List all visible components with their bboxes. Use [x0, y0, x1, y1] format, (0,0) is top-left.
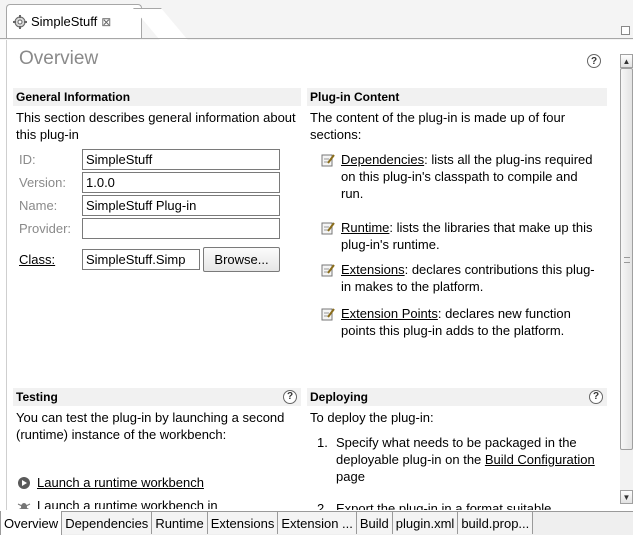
- tab-extension-points[interactable]: Extension ...: [278, 512, 357, 534]
- build-configuration-link[interactable]: Build Configuration: [485, 452, 595, 467]
- overview-form: Overview ? General Information This sect…: [6, 40, 618, 510]
- content-item-extension-points: Extension Points: declares new function …: [321, 305, 596, 339]
- deploying-section: Deploying ? To deploy the plug-in:: [307, 388, 607, 426]
- section-header: Deploying ?: [307, 388, 607, 406]
- tab-runtime[interactable]: Runtime: [152, 512, 208, 534]
- class-field[interactable]: [82, 248, 200, 270]
- step-number: 2.: [317, 501, 328, 510]
- page-edit-icon: [321, 307, 335, 325]
- launch-debug-item: Launch a runtime workbench in: [17, 497, 292, 509]
- id-label: ID:: [19, 151, 36, 167]
- testing-section: Testing ? You can test the plug-in by la…: [13, 388, 301, 443]
- page-edit-icon: [321, 153, 335, 171]
- class-link[interactable]: Class:: [19, 252, 82, 267]
- section-header: General Information: [13, 88, 301, 106]
- tab-divider: [0, 38, 633, 39]
- runtime-link[interactable]: Runtime: [341, 220, 389, 235]
- tab-build-properties[interactable]: build.prop...: [458, 512, 534, 534]
- content-item-extensions: Extensions: declares contributions this …: [321, 261, 596, 295]
- content-item-runtime: Runtime: lists the libraries that make u…: [321, 219, 596, 253]
- tab-plugin-xml[interactable]: plugin.xml: [392, 512, 459, 534]
- section-title: Testing: [16, 390, 58, 404]
- deploy-step-1: 1. Specify what needs to be packaged in …: [307, 434, 597, 488]
- id-field[interactable]: [82, 148, 280, 170]
- id-row: ID:: [19, 148, 280, 170]
- section-description: To deploy the plug-in:: [310, 410, 434, 425]
- step-2-text: Export the plug-in in a format suitable: [336, 501, 552, 510]
- close-icon[interactable]: ⊠: [101, 15, 111, 29]
- help-icon[interactable]: ?: [589, 390, 603, 404]
- browse-button[interactable]: Browse...: [203, 246, 280, 272]
- debug-icon: [17, 499, 31, 509]
- launch-runtime-workbench-link[interactable]: Launch a runtime workbench: [37, 475, 204, 490]
- grip-icon: [624, 257, 630, 263]
- version-label: Version:: [19, 174, 66, 190]
- tab-extensions[interactable]: Extensions: [207, 512, 279, 534]
- version-field[interactable]: [82, 171, 280, 193]
- editor-tab-label: SimpleStuff: [31, 14, 98, 29]
- plugin-icon: [13, 14, 27, 29]
- step-text: Specify what needs to be packaged in the…: [336, 434, 601, 485]
- scroll-thumb[interactable]: [620, 68, 633, 450]
- launch-debug-workbench-link[interactable]: Launch a runtime workbench in: [37, 498, 218, 509]
- section-title: Deploying: [310, 390, 369, 404]
- step-number: 1.: [317, 435, 328, 450]
- launch-run-item: Launch a runtime workbench: [17, 474, 292, 491]
- page-edit-icon: [321, 221, 335, 239]
- name-row: Name:: [19, 194, 280, 216]
- section-description: The content of the plug-in is made up of…: [310, 110, 566, 142]
- help-icon[interactable]: ?: [283, 390, 297, 404]
- tab-overview[interactable]: Overview: [0, 511, 63, 535]
- maximize-icon[interactable]: [621, 26, 630, 35]
- section-header: Plug-in Content: [307, 88, 607, 106]
- provider-label: Provider:: [19, 220, 72, 236]
- vertical-scrollbar[interactable]: ▲ ▼: [620, 54, 633, 504]
- name-field[interactable]: [82, 194, 280, 216]
- general-information-section: General Information This section describ…: [13, 88, 301, 143]
- editor-tab-simplestuff[interactable]: SimpleStuff ⊠: [6, 4, 142, 38]
- plugin-content-section: Plug-in Content The content of the plug-…: [307, 88, 607, 143]
- step-1-suffix: page: [336, 469, 365, 484]
- provider-row: Provider:: [19, 217, 280, 239]
- version-row: Version:: [19, 171, 280, 193]
- extensions-link[interactable]: Extensions: [341, 262, 405, 277]
- editor-page-tabs: Overview Dependencies Runtime Extensions…: [0, 511, 633, 535]
- editor-tab-strip: SimpleStuff ⊠: [0, 0, 633, 40]
- scroll-up-icon[interactable]: ▲: [620, 54, 633, 68]
- section-description: This section describes general informati…: [16, 110, 296, 142]
- page-title: Overview: [19, 48, 99, 69]
- page-edit-icon: [321, 263, 335, 281]
- help-icon[interactable]: ?: [587, 54, 601, 68]
- scroll-down-icon[interactable]: ▼: [620, 490, 633, 504]
- section-header: Testing ?: [13, 388, 301, 406]
- tab-build[interactable]: Build: [356, 512, 393, 534]
- class-row: Class: Browse...: [19, 246, 280, 272]
- name-label: Name:: [19, 197, 58, 213]
- provider-field[interactable]: [82, 217, 280, 239]
- content-item-dependencies: Dependencies: lists all the plug-ins req…: [321, 151, 596, 202]
- tab-dependencies[interactable]: Dependencies: [62, 512, 153, 534]
- run-icon: [17, 476, 31, 494]
- section-description: You can test the plug-in by launching a …: [16, 410, 285, 442]
- dependencies-link[interactable]: Dependencies: [341, 152, 424, 167]
- extension-points-link[interactable]: Extension Points: [341, 306, 438, 321]
- deploy-step-2: 2. Export the plug-in in a format suitab…: [307, 500, 597, 510]
